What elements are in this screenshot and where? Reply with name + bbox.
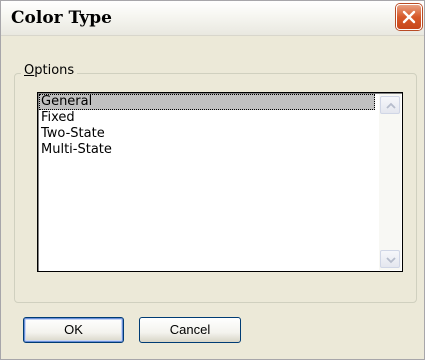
title-bar[interactable]: Color Type [1,1,424,36]
listbox-items: General Fixed Two-State Multi-State [39,94,375,158]
options-label-rest: ptions [34,63,75,78]
cancel-button[interactable]: Cancel [139,317,241,343]
options-label-mnemonic: O [24,63,35,78]
close-icon [402,10,416,24]
chevron-down-icon [386,257,396,264]
list-item-general[interactable]: General [39,94,375,110]
scroll-up-button[interactable] [380,96,400,114]
list-item-multi-state[interactable]: Multi-State [39,142,375,158]
color-type-listbox[interactable]: General Fixed Two-State Multi-State [37,92,403,272]
ok-button[interactable]: OK [23,317,124,343]
chevron-up-icon [386,102,396,109]
list-item-fixed[interactable]: Fixed [39,110,375,126]
options-group-label: Options [21,63,78,78]
scroll-down-button[interactable] [380,250,400,268]
vertical-scrollbar[interactable] [379,94,401,270]
close-button[interactable] [396,4,422,30]
dialog-title: Color Type [11,8,112,28]
list-item-two-state[interactable]: Two-State [39,126,375,142]
